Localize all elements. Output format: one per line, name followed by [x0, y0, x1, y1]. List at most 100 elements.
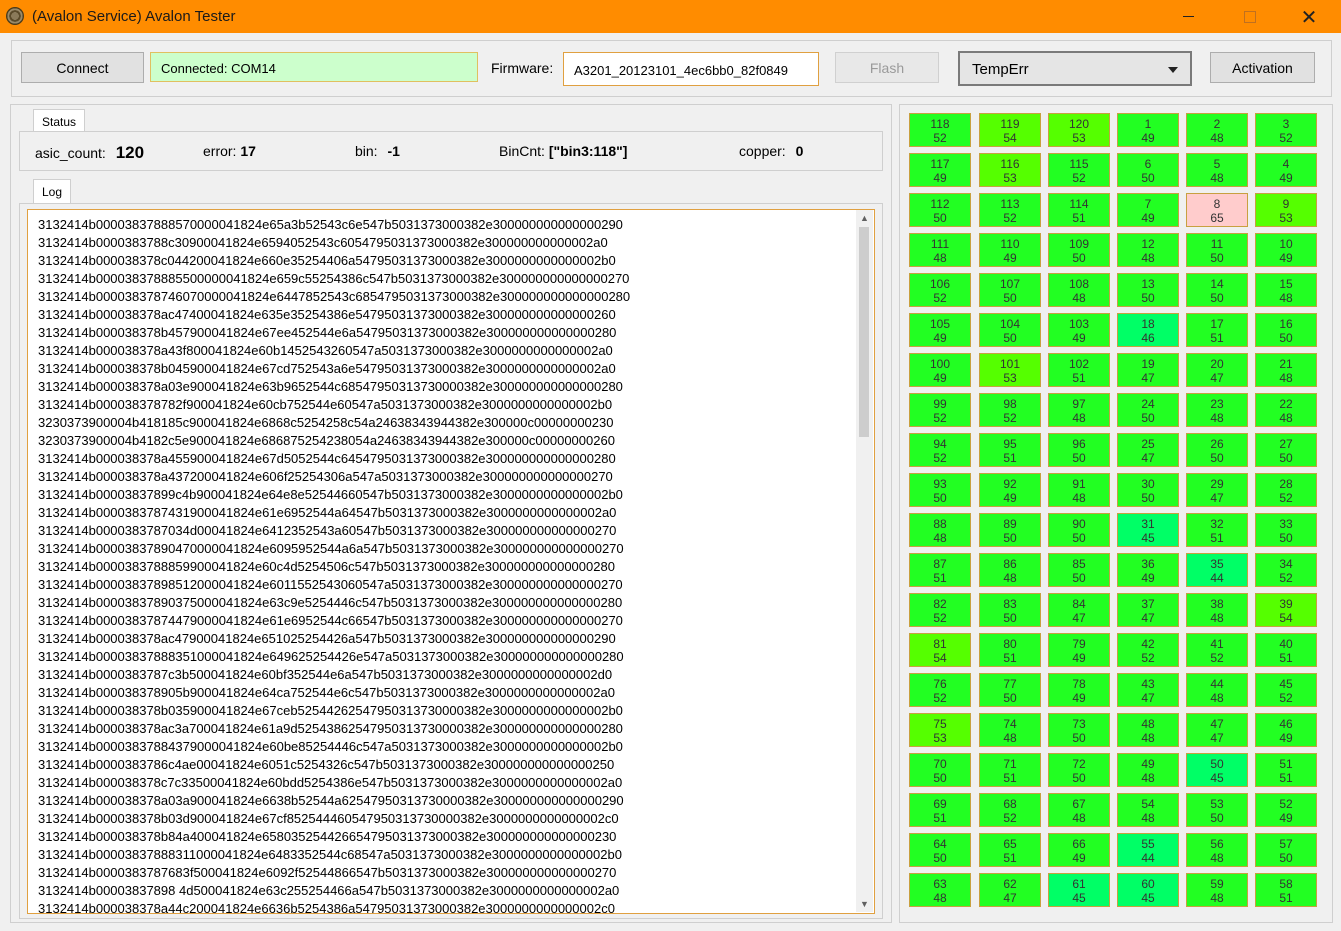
asic-id: 4	[1282, 157, 1290, 171]
bin-label: bin:	[355, 143, 378, 159]
asic-id: 55	[1141, 837, 1155, 851]
scroll-thumb[interactable]	[859, 227, 869, 437]
maximize-button[interactable]	[1227, 0, 1273, 33]
asic-id: 91	[1072, 477, 1086, 491]
asic-cell: 115 52	[1048, 153, 1110, 187]
asic-id: 83	[1003, 597, 1017, 611]
asic-temperature: 52	[933, 291, 947, 305]
asic-temperature: 49	[1072, 691, 1086, 705]
asic-temperature: 51	[1210, 531, 1224, 545]
activation-button[interactable]: Activation	[1210, 52, 1315, 83]
asic-cell: 120 53	[1048, 113, 1110, 147]
connect-button[interactable]: Connect	[21, 52, 144, 83]
asic-temperature: 49	[1279, 251, 1293, 265]
asic-temperature: 51	[1279, 651, 1293, 665]
asic-cell: 32 51	[1186, 513, 1248, 547]
asic-cell: 19 47	[1117, 353, 1179, 387]
asic-id: 103	[1068, 317, 1090, 331]
asic-cell: 35 44	[1186, 553, 1248, 587]
asic-temperature: 47	[1141, 451, 1155, 465]
asic-temperature: 45	[1141, 531, 1155, 545]
asic-temperature: 49	[1141, 571, 1155, 585]
flash-button[interactable]: Flash	[835, 52, 939, 83]
asic-id: 94	[933, 437, 947, 451]
asic-id: 32	[1210, 517, 1224, 531]
asic-cell: 50 45	[1186, 753, 1248, 787]
tab-log[interactable]: Log	[33, 179, 71, 203]
asic-cell: 4 49	[1255, 153, 1317, 187]
asic-temperature: 51	[1003, 651, 1017, 665]
asic-cell: 102 51	[1048, 353, 1110, 387]
asic-temperature: 44	[1141, 851, 1155, 865]
log-line: 3132414b000038378a437200041824e606f25254…	[38, 469, 613, 484]
asic-temperature: 44	[1210, 571, 1224, 585]
asic-id: 70	[933, 757, 947, 771]
asic-temperature: 52	[1279, 691, 1293, 705]
asic-cell: 15 48	[1255, 273, 1317, 307]
asic-temperature: 50	[1003, 331, 1017, 345]
asic-cell: 47 47	[1186, 713, 1248, 747]
asic-cell: 119 54	[979, 113, 1041, 147]
asic-cell: 23 48	[1186, 393, 1248, 427]
asic-cell: 10 49	[1255, 233, 1317, 267]
asic-temperature: 50	[1141, 291, 1155, 305]
mode-select[interactable]: TempErr	[958, 51, 1192, 86]
asic-temperature: 53	[1003, 171, 1017, 185]
asic-id: 119	[1000, 117, 1020, 131]
asic-temperature: 50	[1003, 611, 1017, 625]
asic-cell: 100 49	[909, 353, 971, 387]
asic-cell: 97 48	[1048, 393, 1110, 427]
error-value: 17	[240, 143, 256, 159]
asic-cell: 54 48	[1117, 793, 1179, 827]
asic-id: 20	[1210, 357, 1224, 371]
asic-temperature: 48	[1279, 411, 1293, 425]
asic-id: 59	[1210, 877, 1224, 891]
asic-temperature: 51	[1210, 331, 1224, 345]
asic-id: 110	[1000, 237, 1020, 251]
asic-cell: 52 49	[1255, 793, 1317, 827]
log-line: 3132414b0000383788859900041824e60c4d5254…	[38, 559, 615, 574]
firmware-field[interactable]: A3201_20123101_4ec6bb0_82f0849	[563, 52, 819, 86]
asic-id: 61	[1072, 877, 1086, 891]
minimize-button[interactable]	[1165, 0, 1211, 33]
asic-id: 29	[1210, 477, 1224, 491]
asic-id: 52	[1279, 797, 1293, 811]
asic-temperature: 50	[1279, 451, 1293, 465]
asic-id: 78	[1072, 677, 1086, 691]
asic-cell: 51 51	[1255, 753, 1317, 787]
close-button[interactable]: ✕	[1286, 0, 1332, 33]
asic-temperature: 52	[933, 611, 947, 625]
tab-status[interactable]: Status	[33, 109, 85, 133]
scroll-up-icon[interactable]: ▲	[856, 210, 873, 226]
asic-cell: 28 52	[1255, 473, 1317, 507]
asic-temperature: 50	[1072, 451, 1086, 465]
connection-status-field: Connected: COM14	[150, 52, 478, 82]
asic-cell: 74 48	[979, 713, 1041, 747]
log-line: 3132414b0000383788c30900041824e659405254…	[38, 235, 608, 250]
log-textarea[interactable]: 3132414b00003837888570000041824e65a3b525…	[27, 209, 875, 914]
asic-temperature: 48	[1141, 811, 1155, 825]
asic-cell: 56 48	[1186, 833, 1248, 867]
asic-temperature: 50	[1210, 811, 1224, 825]
error-stat: error: 17	[203, 143, 256, 159]
asic-id: 17	[1210, 317, 1224, 331]
asic-cell: 63 48	[909, 873, 971, 907]
asic-id: 67	[1072, 797, 1086, 811]
log-scrollbar[interactable]: ▲ ▼	[856, 210, 873, 912]
asic-temperature: 54	[1003, 131, 1017, 145]
asic-id: 96	[1072, 437, 1086, 451]
log-content: 3132414b00003837888570000041824e65a3b525…	[38, 216, 630, 913]
asic-temperature: 48	[1072, 411, 1086, 425]
asic-cell: 1 49	[1117, 113, 1179, 147]
asic-id: 76	[933, 677, 947, 691]
asic-cell: 107 50	[979, 273, 1041, 307]
asic-id: 71	[1003, 757, 1017, 771]
asic-id: 81	[933, 637, 947, 651]
asic-id: 88	[933, 517, 947, 531]
asic-temperature: 51	[1279, 891, 1293, 905]
asic-id: 77	[1003, 677, 1017, 691]
scroll-down-icon[interactable]: ▼	[856, 896, 873, 912]
asic-cell: 53 50	[1186, 793, 1248, 827]
asic-id: 69	[933, 797, 947, 811]
error-label: error:	[203, 143, 237, 159]
